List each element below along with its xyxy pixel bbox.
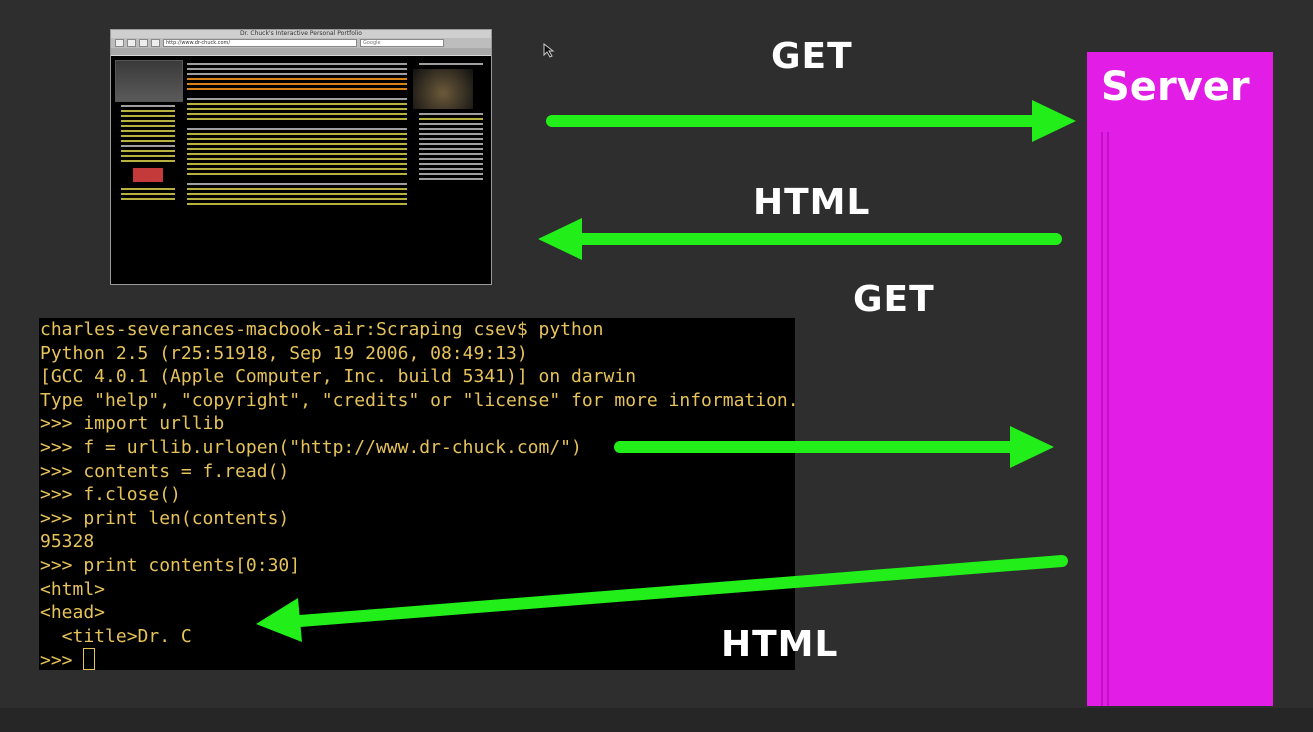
video-timebar[interactable] xyxy=(0,708,1313,732)
arrow-get-top xyxy=(546,100,1076,142)
arrow-get-bottom xyxy=(614,426,1054,468)
arrow-html-bottom xyxy=(256,555,1068,642)
arrows-layer xyxy=(256,100,1076,642)
arrow-html-top xyxy=(538,218,1062,260)
